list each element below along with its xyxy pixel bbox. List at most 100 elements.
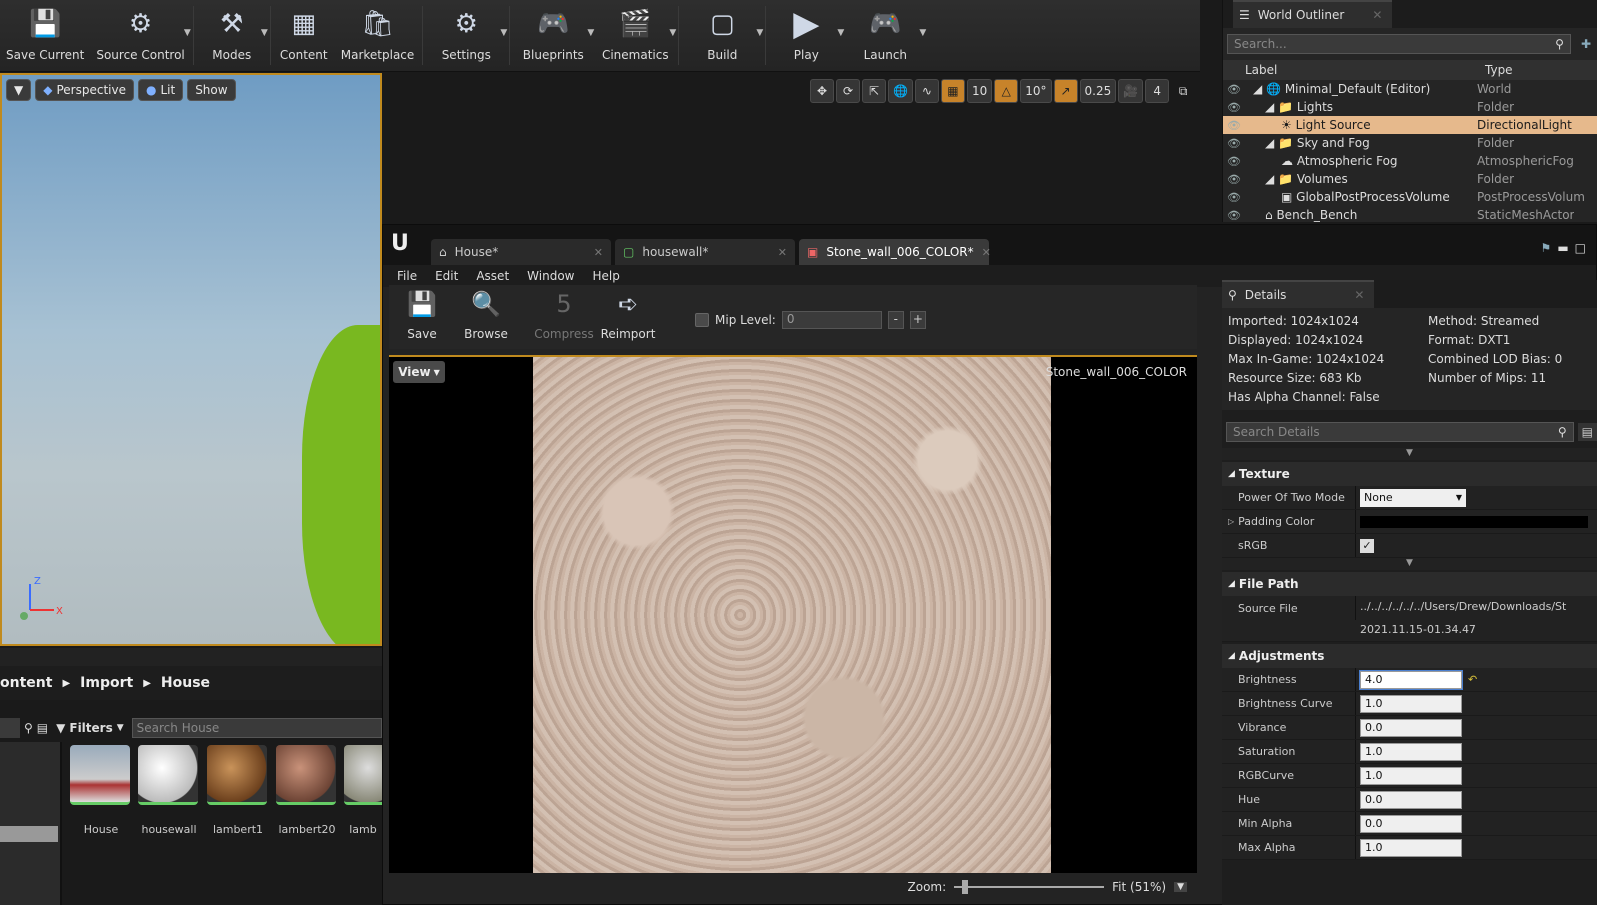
dropdown-arrow-icon[interactable]: ▼	[756, 28, 763, 38]
outliner-row[interactable]: 👁 ◢ 📁 Lights Folder	[1223, 98, 1597, 116]
tab-details[interactable]: ⚲ Details ✕	[1222, 280, 1375, 308]
zoom-slider[interactable]	[954, 880, 1105, 894]
lit-button[interactable]: ● Lit	[137, 79, 184, 101]
outliner-row[interactable]: 👁 ◢ 📁 Volumes Folder	[1223, 170, 1597, 188]
breadcrumb-import[interactable]: Import	[80, 675, 133, 691]
mip-level-field[interactable]: 0	[781, 311, 882, 329]
dropdown-arrow-icon[interactable]: ▼	[184, 28, 191, 38]
compress-button[interactable]: 5 Compress	[534, 287, 594, 341]
details-search-input[interactable]: Search Details ⚲	[1226, 422, 1574, 442]
content-search-input[interactable]: Search House	[131, 718, 382, 738]
mip-level-checkbox[interactable]	[695, 313, 709, 327]
brightness-curve-field[interactable]: 1.0	[1360, 694, 1462, 713]
label-column-header[interactable]: Label	[1245, 63, 1485, 77]
save-button[interactable]: 💾 Save	[395, 287, 449, 341]
source-control-button[interactable]: ⚙ Source Control ▼	[90, 0, 190, 72]
category-file-path[interactable]: ◢ File Path	[1222, 572, 1597, 596]
eye-icon[interactable]: 👁	[1223, 209, 1245, 222]
tab-housewall[interactable]: ▢ housewall* ✕	[615, 239, 795, 265]
eye-icon[interactable]: 👁	[1223, 155, 1245, 168]
dropdown-arrow-icon[interactable]: ▼	[500, 28, 507, 38]
saturation-field[interactable]: 1.0	[1360, 742, 1462, 761]
translate-tool-button[interactable]: ✥	[810, 79, 834, 103]
mip-plus-button[interactable]: +	[909, 311, 926, 329]
outliner-row[interactable]: 👁 ◢ 🌐 Minimal_Default (Editor) World	[1223, 80, 1597, 98]
expand-arrow-icon[interactable]: ▼	[1222, 558, 1597, 570]
blueprints-button[interactable]: 🎮 Blueprints ▼	[512, 0, 595, 72]
asset-tile[interactable]: House	[70, 745, 132, 836]
menu-window[interactable]: Window	[527, 269, 574, 283]
srgb-checkbox[interactable]: ✓	[1360, 538, 1374, 553]
category-adjustments[interactable]: ◢ Adjustments	[1222, 644, 1597, 668]
power-of-two-dropdown[interactable]: None ▼	[1360, 488, 1466, 507]
rotate-tool-button[interactable]: ⟳	[836, 79, 860, 103]
view-dropdown-button[interactable]: View ▼	[393, 361, 445, 383]
world-space-icon[interactable]: 🌐	[888, 79, 913, 103]
dropdown-arrow-icon[interactable]: ▼	[669, 28, 676, 38]
outliner-row[interactable]: 👁 ▣ GlobalPostProcessVolume PostProcessVol…	[1223, 188, 1597, 206]
view-list-icon[interactable]: ▤	[37, 721, 48, 735]
launch-button[interactable]: 🎮 Launch ▼	[844, 0, 927, 72]
dropdown-arrow-icon[interactable]: ▼	[837, 28, 844, 38]
outliner-row[interactable]: 👁 ⌂ Bench_Bench StaticMeshActor	[1223, 206, 1597, 224]
eye-icon[interactable]: 👁	[1223, 191, 1245, 204]
browse-button[interactable]: 🔍 Browse	[459, 287, 513, 341]
grid-snap-icon[interactable]: ▦	[940, 79, 965, 103]
viewport-options-button[interactable]: ▼	[6, 79, 32, 101]
eye-icon[interactable]: 👁	[1223, 83, 1245, 96]
content-button[interactable]: ▦ Content	[273, 0, 335, 72]
eye-icon[interactable]: 👁	[1223, 137, 1245, 150]
outliner-row[interactable]: 👁 ◢ 📁 Sky and Fog Folder	[1223, 134, 1597, 152]
level-viewport[interactable]: ▼ ◆ Perspective ● Lit Show Z X	[0, 73, 382, 646]
hue-field[interactable]: 0.0	[1360, 790, 1462, 809]
close-icon[interactable]: ✕	[594, 246, 603, 259]
menu-help[interactable]: Help	[592, 269, 619, 283]
breadcrumb-content[interactable]: ontent	[0, 675, 52, 691]
close-icon[interactable]: ✕	[982, 246, 991, 259]
close-icon[interactable]: ✕	[778, 246, 787, 259]
play-button[interactable]: ▶ Play ▼	[768, 0, 844, 72]
min-alpha-field[interactable]: 0.0	[1360, 814, 1462, 833]
maximize-icon[interactable]: □	[1575, 241, 1586, 255]
dropdown-arrow-icon[interactable]: ▼	[587, 28, 594, 38]
asset-tile[interactable]: lambert1	[207, 745, 269, 836]
filters-button[interactable]: ▼ Filters ▼	[52, 721, 128, 735]
tab-stone-wall[interactable]: ▣ Stone_wall_006_COLOR* ✕	[799, 239, 991, 265]
outliner-row[interactable]: 👁 ☁ Atmospheric Fog AtmosphericFog	[1223, 152, 1597, 170]
zoom-options-icon[interactable]: ▼	[1174, 882, 1187, 892]
save-current-button[interactable]: 💾 Save Current	[0, 0, 90, 72]
add-filter-icon[interactable]: ✚	[1575, 37, 1597, 51]
perspective-button[interactable]: ◆ Perspective	[35, 79, 134, 101]
asset-tile[interactable]: lamb	[344, 745, 382, 836]
build-button[interactable]: ▢ Build ▼	[681, 0, 763, 72]
menu-file[interactable]: File	[397, 269, 417, 283]
mip-minus-button[interactable]: -	[887, 311, 904, 329]
grid-snap-value[interactable]: 10	[966, 79, 993, 103]
close-icon[interactable]: ✕	[1372, 8, 1382, 22]
outliner-search-input[interactable]: Search... ⚲	[1227, 34, 1571, 54]
close-icon[interactable]: ✕	[1354, 288, 1364, 302]
settings-button[interactable]: ⚙ Settings ▼	[425, 0, 508, 72]
rgbcurve-field[interactable]: 1.0	[1360, 766, 1462, 785]
vibrance-field[interactable]: 0.0	[1360, 718, 1462, 737]
camera-speed-value[interactable]: 4	[1145, 79, 1170, 103]
expand-arrow-icon[interactable]: ▼	[1222, 448, 1597, 460]
rotation-snap-icon[interactable]: △	[994, 79, 1019, 103]
surface-snap-icon[interactable]: ∿	[914, 79, 939, 103]
eye-icon[interactable]: 👁	[1223, 173, 1245, 186]
reset-to-default-icon[interactable]: ↶	[1468, 673, 1477, 686]
breadcrumb-house[interactable]: House	[161, 675, 210, 691]
eye-icon[interactable]: 👁	[1223, 101, 1245, 114]
max-alpha-field[interactable]: 1.0	[1360, 838, 1462, 857]
show-button[interactable]: Show	[187, 79, 236, 101]
scale-snap-value[interactable]: 0.25	[1079, 79, 1117, 103]
rotation-snap-value[interactable]: 10°	[1020, 79, 1052, 103]
marketplace-button[interactable]: 🛍 Marketplace	[335, 0, 421, 72]
scale-tool-button[interactable]: ⇱	[862, 79, 886, 103]
dropdown-arrow-icon[interactable]: ▼	[261, 28, 268, 38]
zoom-slider-handle[interactable]	[962, 880, 969, 894]
texture-preview-viewport[interactable]: View ▼ Stone_wall_006_COLOR	[389, 355, 1197, 873]
modes-button[interactable]: ⚒ Modes ▼	[196, 0, 268, 72]
content-browser-link-icon[interactable]: ⚑	[1541, 241, 1552, 255]
camera-speed-icon[interactable]: 🎥	[1118, 79, 1144, 103]
